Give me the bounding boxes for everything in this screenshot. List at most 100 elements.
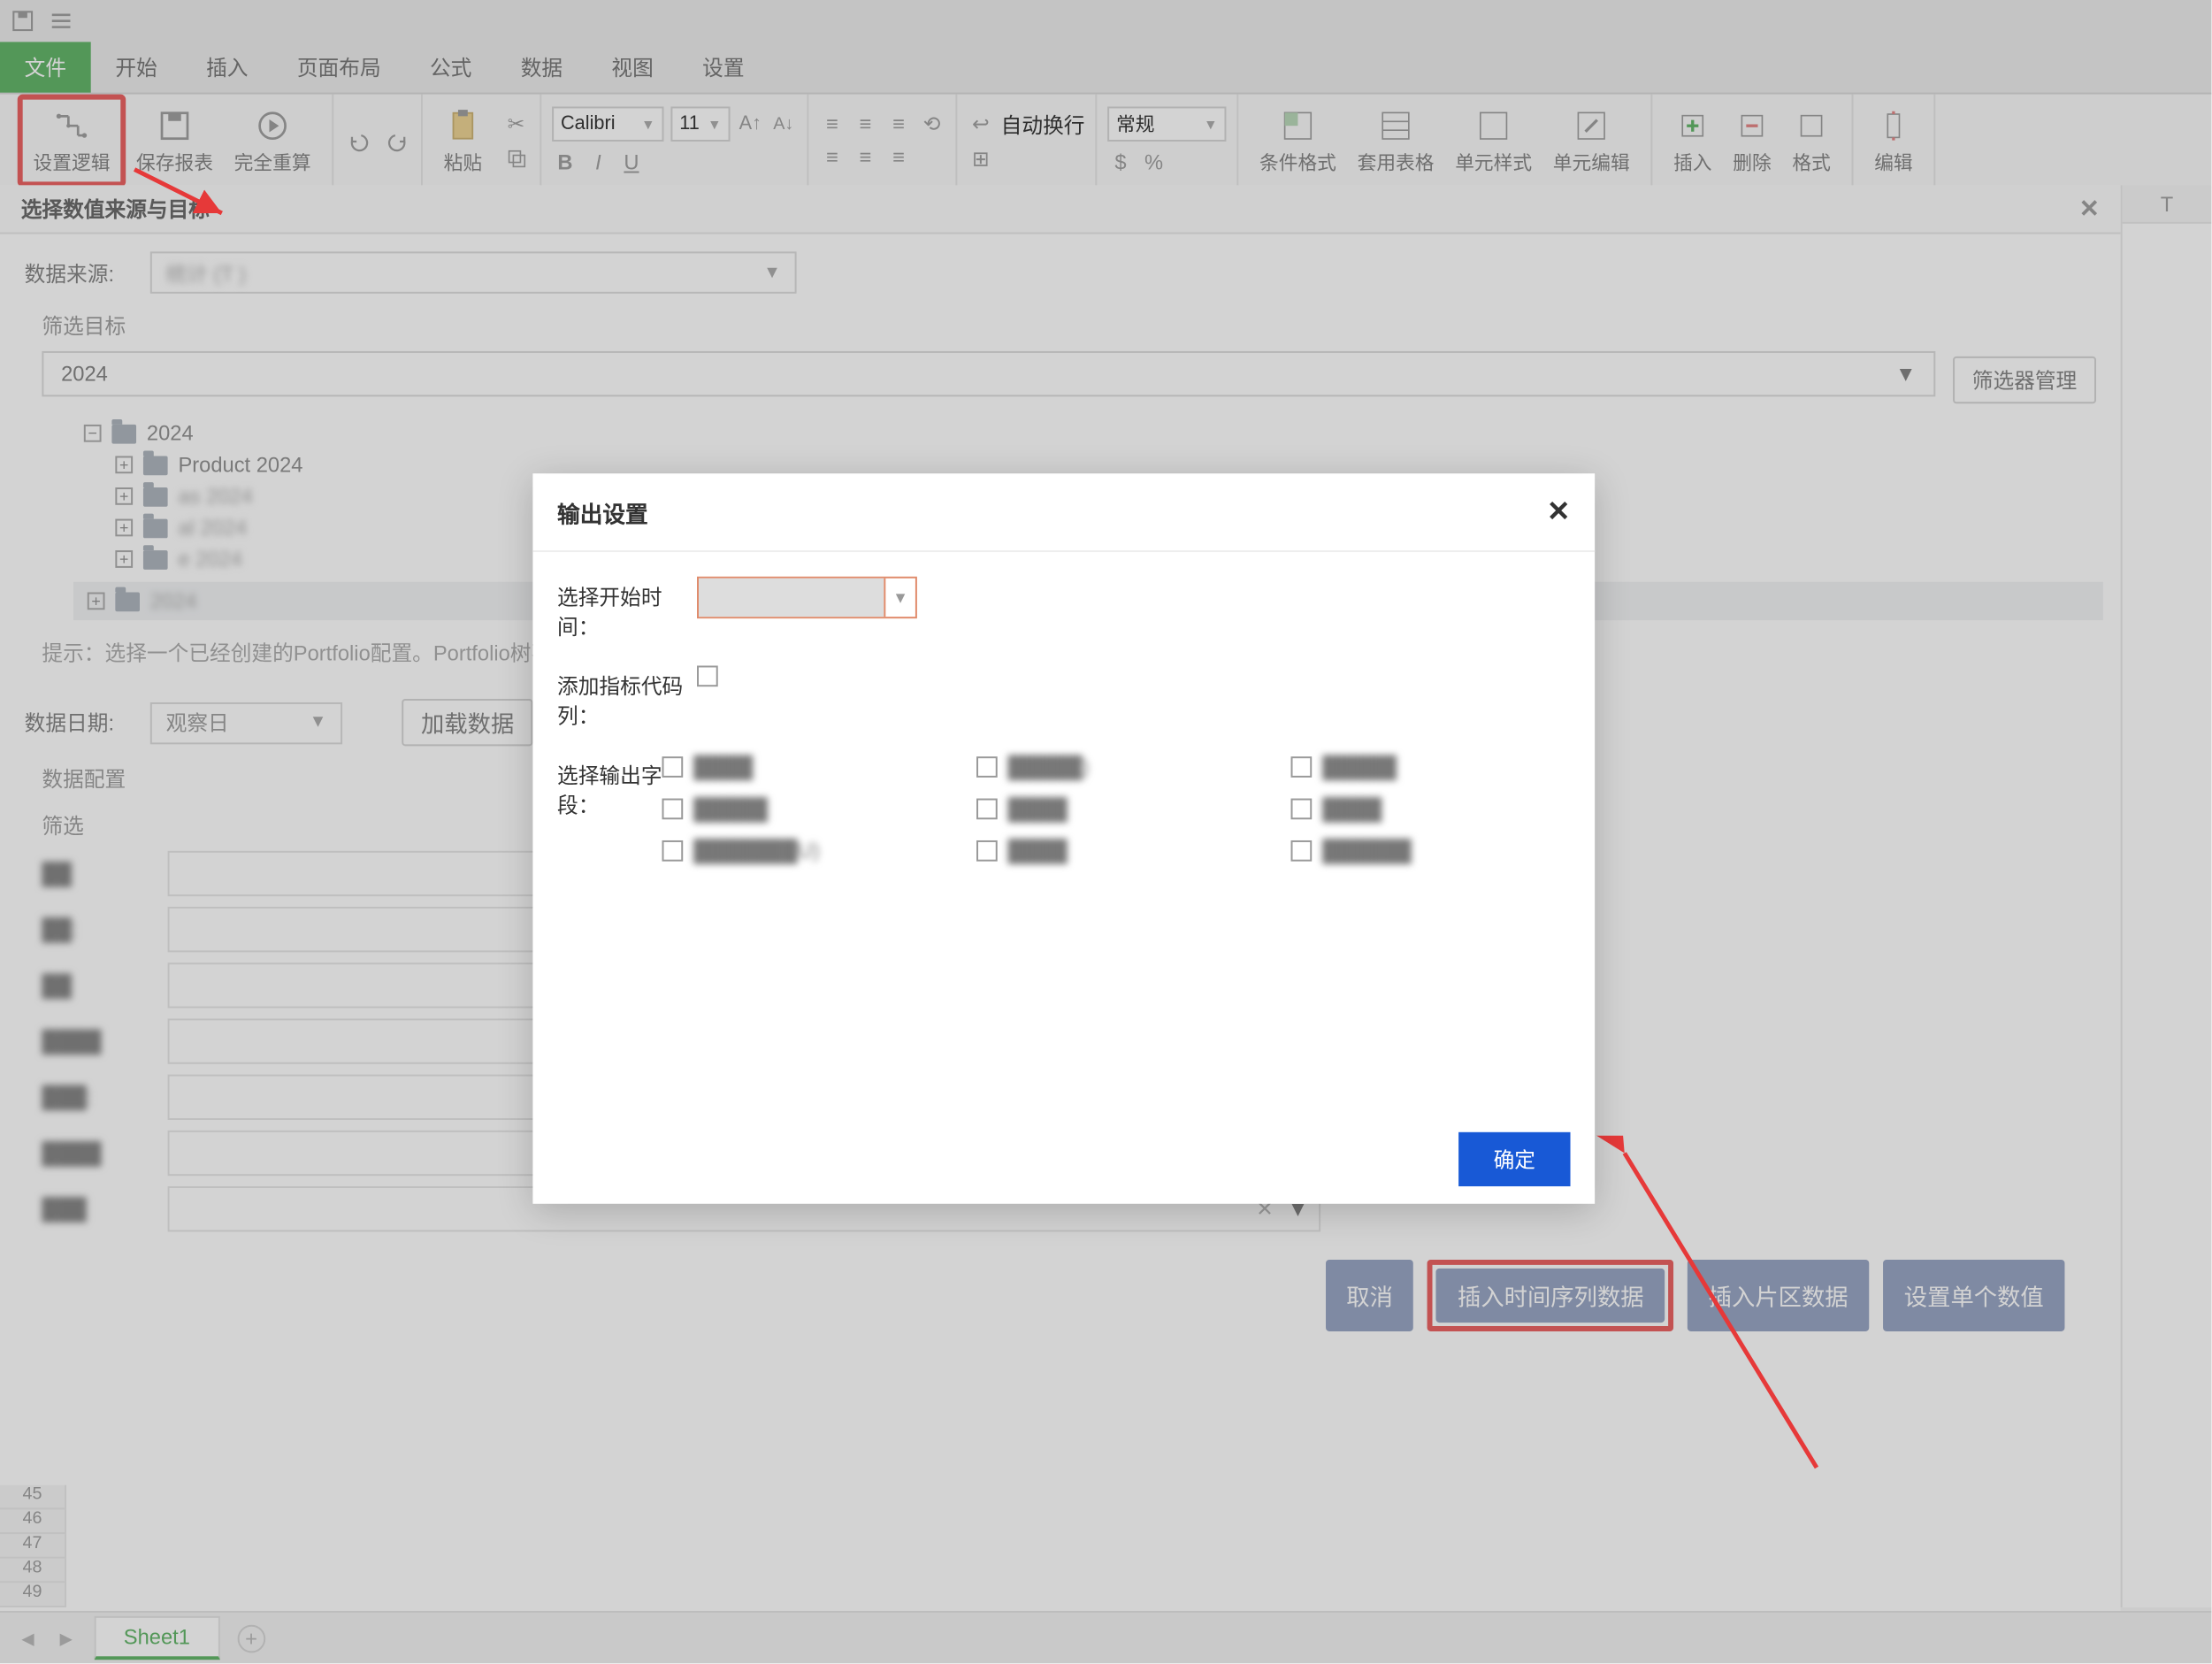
insert-slice-button[interactable]: 插入片区数据 [1688,1260,1869,1331]
field-item[interactable]: ███████U) [662,839,942,863]
checkbox[interactable] [1291,756,1313,778]
font-increase-icon[interactable]: A↑ [737,111,763,137]
expand-icon[interactable]: + [115,519,133,537]
checkbox[interactable] [662,799,684,820]
field-item[interactable]: ████ [662,755,942,779]
field-label: ████ [1008,797,1068,822]
tab-home[interactable]: 开始 [91,42,182,92]
caret-down-icon[interactable]: ▼ [884,579,915,617]
recalc-button[interactable]: 完全重算 [224,95,322,188]
checkbox[interactable] [976,799,998,820]
underline-icon[interactable]: U [618,149,645,175]
sheet-tab[interactable]: Sheet1 [94,1616,219,1660]
field-item[interactable]: ████ [976,797,1256,822]
align-top-icon[interactable]: ≡ [819,111,846,137]
row-number[interactable]: 49 [0,1583,66,1607]
undo-icon[interactable] [344,127,371,154]
collapse-icon[interactable]: − [84,425,102,442]
table-style-button[interactable]: 套用表格 [1347,95,1445,188]
tab-formula[interactable]: 公式 [405,42,496,92]
sheet-prev-icon[interactable]: ◄ [18,1626,38,1651]
start-time-input[interactable] [699,579,884,617]
insert-cell-button[interactable]: 插入 [1663,95,1722,188]
orientation-icon[interactable]: ⟲ [919,111,945,137]
italic-icon[interactable]: I [586,149,612,175]
cond-format-button[interactable]: 条件格式 [1249,95,1347,188]
bold-icon[interactable]: B [552,149,578,175]
row-number[interactable]: 46 [0,1509,66,1534]
copy-icon[interactable] [503,144,530,171]
field-item[interactable]: ████ [976,839,1256,863]
data-source-value: 统计 (T ) [166,257,246,288]
tab-file[interactable]: 文件 [0,42,91,92]
tab-layout[interactable]: 页面布局 [272,42,405,92]
checkbox[interactable] [976,840,998,862]
edit-button[interactable]: 编辑 [1864,95,1923,188]
align-right-icon[interactable]: ≡ [885,144,912,171]
delete-cell-button[interactable]: 删除 [1722,95,1781,188]
row-number[interactable]: 47 [0,1534,66,1559]
set-single-button[interactable]: 设置单个数值 [1883,1260,2064,1331]
save-report-button[interactable]: 保存报表 [126,95,224,188]
number-format-select[interactable]: 常规▼ [1107,106,1226,142]
field-item[interactable]: █████ [1291,755,1571,779]
align-left-icon[interactable]: ≡ [819,144,846,171]
tab-view[interactable]: 视图 [587,42,678,92]
align-mid-icon[interactable]: ≡ [853,111,879,137]
expand-icon[interactable]: + [88,593,105,610]
font-decrease-icon[interactable]: A↓ [770,111,797,137]
row-number[interactable]: 48 [0,1559,66,1583]
font-name-select[interactable]: Calibri▼ [552,106,663,142]
filter-manager-button[interactable]: 筛选器管理 [1953,356,2096,403]
tab-settings[interactable]: 设置 [678,42,769,92]
add-sheet-button[interactable]: + [237,1624,265,1652]
percent-icon[interactable]: % [1141,149,1167,175]
modal-close-button[interactable]: ✕ [1547,495,1570,530]
field-item[interactable]: █████) [976,755,1256,779]
row-number[interactable]: 45 [0,1485,66,1510]
tree-root[interactable]: − 2024 [84,418,2089,449]
column-header[interactable]: T [2123,185,2212,223]
cancel-button[interactable]: 取消 [1326,1260,1414,1331]
field-item[interactable]: ██████ [1291,839,1571,863]
cell-edit-button[interactable]: 单元编辑 [1542,95,1641,188]
field-label: ████ [1322,797,1382,822]
save-icon[interactable] [11,9,35,34]
align-bot-icon[interactable]: ≡ [885,111,912,137]
checkbox[interactable] [662,756,684,778]
expand-icon[interactable]: + [115,550,133,568]
clipboard-icon [444,105,482,143]
checkbox[interactable] [976,756,998,778]
expand-icon[interactable]: + [115,456,133,473]
field-item[interactable]: █████ [662,797,942,822]
load-data-button[interactable]: 加载数据 [402,699,533,746]
tab-data[interactable]: 数据 [496,42,587,92]
redo-icon[interactable] [385,127,411,154]
font-size-select[interactable]: 11▼ [670,106,730,142]
checkbox[interactable] [1291,840,1313,862]
cut-icon[interactable]: ✂ [503,111,530,137]
menu-icon[interactable] [49,9,73,34]
paste-button[interactable]: 粘贴 [433,95,493,188]
setup-logic-button[interactable]: 设置逻辑 [18,95,126,188]
tab-insert[interactable]: 插入 [181,42,272,92]
expand-icon[interactable]: + [115,487,133,505]
panel-close-button[interactable]: ✕ [2079,194,2100,224]
format-cell-button[interactable]: 格式 [1782,95,1841,188]
cell-style-button[interactable]: 单元样式 [1444,95,1542,188]
field-item[interactable]: ████ [1291,797,1571,822]
data-source-select[interactable]: 统计 (T ) ▼ [150,251,797,293]
start-time-select[interactable]: ▼ [697,577,917,618]
align-center-icon[interactable]: ≡ [853,144,879,171]
data-date-select[interactable]: 观察日 ▼ [150,702,342,743]
add-code-checkbox[interactable] [697,665,718,686]
confirm-button[interactable]: 确定 [1458,1132,1570,1186]
currency-icon[interactable]: $ [1107,149,1134,175]
year-select[interactable]: 2024 ▼ [42,351,1935,396]
insert-timeseries-button[interactable]: 插入时间序列数据 [1436,1269,1665,1323]
checkbox[interactable] [662,840,684,862]
checkbox[interactable] [1291,799,1313,820]
sheet-next-icon[interactable]: ► [56,1626,76,1651]
merge-icon[interactable]: ⊞ [968,146,994,173]
wrap-label[interactable]: 自动换行 [1001,109,1085,139]
